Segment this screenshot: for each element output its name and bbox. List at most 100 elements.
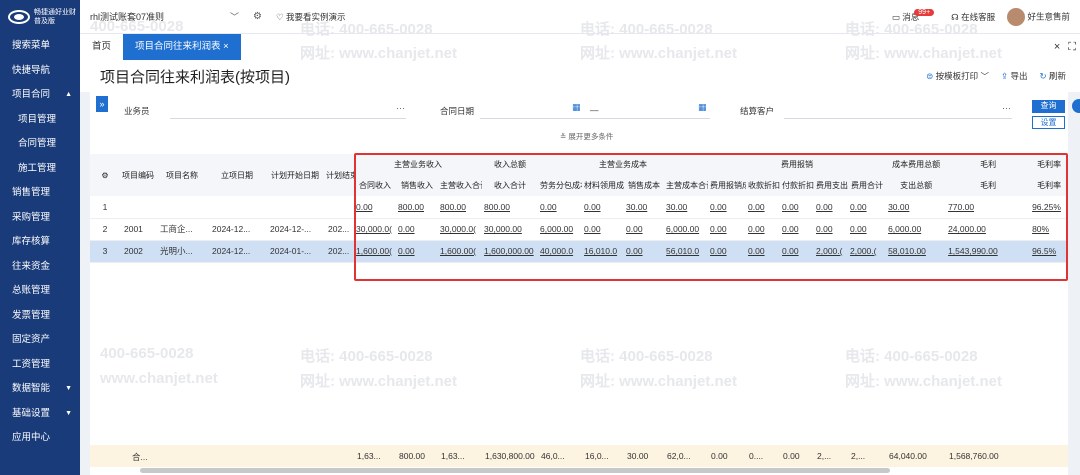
sidebar-item[interactable]: 项目管理 (0, 108, 80, 133)
col-header[interactable]: 毛利率 (1030, 174, 1068, 196)
table-cell-value[interactable]: 58,010.00 (886, 240, 947, 263)
table-cell-value[interactable]: 2,000.( (814, 240, 849, 263)
table-cell-value[interactable]: 24,000.00 (946, 218, 1031, 241)
table-cell-value[interactable]: 0.00 (582, 218, 625, 241)
table-cell-value[interactable]: 1,600.00( (354, 240, 396, 263)
sidebar-item[interactable]: 搜索菜单 (0, 34, 80, 59)
fullscreen-icon[interactable]: ⛶ (1068, 34, 1076, 60)
col-header[interactable]: 劳务分包成本 (538, 174, 583, 196)
table-cell-value[interactable]: 0.00 (354, 196, 396, 219)
tab-contract-profit-report[interactable]: 项目合同往来利润表 × (123, 34, 241, 60)
sidebar-item[interactable]: 快捷导航 (0, 59, 80, 84)
row-settings-header[interactable]: ⚙ (90, 154, 120, 196)
col-header[interactable]: 收款折扣 (746, 174, 781, 196)
tab-home[interactable]: 首页 (80, 34, 123, 60)
table-cell-value[interactable]: 0.00 (780, 218, 815, 241)
table-cell-value[interactable]: 30.00 (886, 196, 947, 219)
table-cell-value[interactable]: 0.00 (624, 218, 665, 241)
settings-gear-icon[interactable]: ⚙ (253, 11, 262, 22)
export-button[interactable]: ⇪ 导出 (1001, 70, 1028, 82)
sidebar-item[interactable]: 库存核算 (0, 230, 80, 255)
calendar-icon[interactable]: ▦ (572, 102, 581, 113)
sidebar-item[interactable]: 销售管理 (0, 181, 80, 206)
sidebar-item[interactable]: 数据智能 ▼ (0, 377, 80, 402)
col-header[interactable]: 费用合计 (848, 174, 887, 196)
account-selector[interactable]: rhl测试账套07准则 (80, 10, 230, 23)
sidebar-item[interactable]: 总账管理 (0, 279, 80, 304)
table-cell-value[interactable]: 6,000.00 (664, 218, 709, 241)
table-cell-value[interactable]: 80% (1030, 218, 1068, 241)
table-cell-value[interactable]: 0.00 (848, 196, 887, 219)
query-button[interactable]: 查询 (1032, 100, 1065, 113)
table-cell-value[interactable]: 56,010.0 (664, 240, 709, 263)
close-icon[interactable]: × (1054, 34, 1060, 60)
contract-date-range[interactable] (480, 118, 710, 119)
demo-tip-link[interactable]: ♡ 我要看实例演示 (276, 11, 346, 23)
more-conditions-toggle[interactable]: ≚ 展开更多条件 (560, 131, 613, 142)
col-header[interactable]: 支出总额 (886, 174, 947, 196)
col-header[interactable]: 计划开始日期 (266, 154, 324, 196)
table-cell-value[interactable]: 0.00 (708, 196, 747, 219)
table-cell-value[interactable]: 30,000.00 (482, 218, 539, 241)
sidebar-item[interactable]: 工资管理 (0, 353, 80, 378)
table-cell-value[interactable]: 0.00 (848, 218, 887, 241)
table-cell-value[interactable]: 30.00 (664, 196, 709, 219)
col-header[interactable]: 费用支出 (814, 174, 849, 196)
sidebar-item[interactable]: 往来资金 (0, 255, 80, 280)
table-cell-value[interactable]: 1,600,000.00 (482, 240, 539, 263)
table-cell-value[interactable]: 0.00 (814, 218, 849, 241)
sidebar-item[interactable]: 固定资产 (0, 328, 80, 353)
col-header[interactable]: 主营成本合计 (664, 174, 709, 196)
table-cell-value[interactable]: 96.5% (1030, 240, 1068, 263)
expand-sidebar-button[interactable]: » (96, 96, 108, 112)
table-cell-value[interactable]: 0.00 (708, 218, 747, 241)
table-cell-value[interactable]: 96.25% (1030, 196, 1068, 219)
online-support-button[interactable]: ☊ 在线客服 (951, 11, 995, 23)
col-header[interactable]: 项目名称 (156, 154, 208, 196)
table-cell-value[interactable]: 0.00 (538, 196, 583, 219)
sidebar-item[interactable]: 基础设置 ▼ (0, 402, 80, 427)
col-header[interactable]: 毛利 (946, 174, 1031, 196)
table-cell-value[interactable]: 30,000.0( (354, 218, 396, 241)
sidebar-item[interactable]: 发票管理 (0, 304, 80, 329)
table-cell-value[interactable]: 0.00 (708, 240, 747, 263)
table-cell-value[interactable]: 0.00 (746, 240, 781, 263)
calendar-icon[interactable]: ▦ (698, 102, 707, 113)
col-header[interactable]: 费用报销成本 (708, 174, 747, 196)
table-cell-value[interactable]: 2,000.( (848, 240, 887, 263)
app-logo[interactable]: 畅捷通好业财 普及版 (0, 0, 80, 34)
table-cell-value[interactable]: 0.00 (780, 196, 815, 219)
table-cell-value[interactable]: 0.00 (814, 196, 849, 219)
sidebar-item[interactable]: 应用中心 (0, 426, 80, 451)
table-row[interactable]: 1 0.00 800.00 800.00 800.00 0.00 0.00 30.00 30.0… (90, 196, 1068, 219)
horizontal-scrollbar[interactable] (140, 468, 890, 473)
table-cell-value[interactable]: 0.00 (746, 218, 781, 241)
table-cell-value[interactable]: 1,543,990.00 (946, 240, 1031, 263)
side-panel-handle[interactable] (1072, 99, 1080, 113)
table-cell-value[interactable]: 6,000.00 (538, 218, 583, 241)
table-cell-value[interactable]: 0.00 (582, 196, 625, 219)
sidebar-item[interactable]: 施工管理 (0, 157, 80, 182)
col-header[interactable]: 主营收入合计 (438, 174, 483, 196)
table-cell-value[interactable]: 0.00 (396, 218, 438, 241)
settings-button[interactable]: 设置 (1032, 116, 1065, 129)
table-cell-value[interactable]: 0.00 (396, 240, 438, 263)
col-header[interactable]: 销售成本 (624, 174, 665, 196)
table-cell-value[interactable]: 0.00 (624, 240, 665, 263)
table-cell-value[interactable]: 1,600.00( (438, 240, 483, 263)
customer-picker-icon[interactable]: ··· (1002, 103, 1011, 113)
table-cell-value[interactable]: 770.00 (946, 196, 1031, 219)
col-header[interactable]: 立项日期 (208, 154, 266, 196)
salesperson-input[interactable] (170, 118, 406, 119)
table-cell-value[interactable]: 16,010.0 (582, 240, 625, 263)
col-header[interactable]: 材料领用成本 (582, 174, 625, 196)
sidebar-item[interactable]: 采购管理 (0, 206, 80, 231)
table-cell-value[interactable]: 40,000.0 (538, 240, 583, 263)
table-cell-value[interactable]: 800.00 (482, 196, 539, 219)
print-template-button[interactable]: ⊜ 按模板打印 ﹀ (926, 70, 989, 82)
table-cell-value[interactable]: 30.00 (624, 196, 665, 219)
table-cell-value[interactable]: 30,000.0( (438, 218, 483, 241)
col-header[interactable]: 项目编码 (120, 154, 156, 196)
table-cell-value[interactable]: 800.00 (438, 196, 483, 219)
sidebar-item[interactable]: 合同管理 (0, 132, 80, 157)
